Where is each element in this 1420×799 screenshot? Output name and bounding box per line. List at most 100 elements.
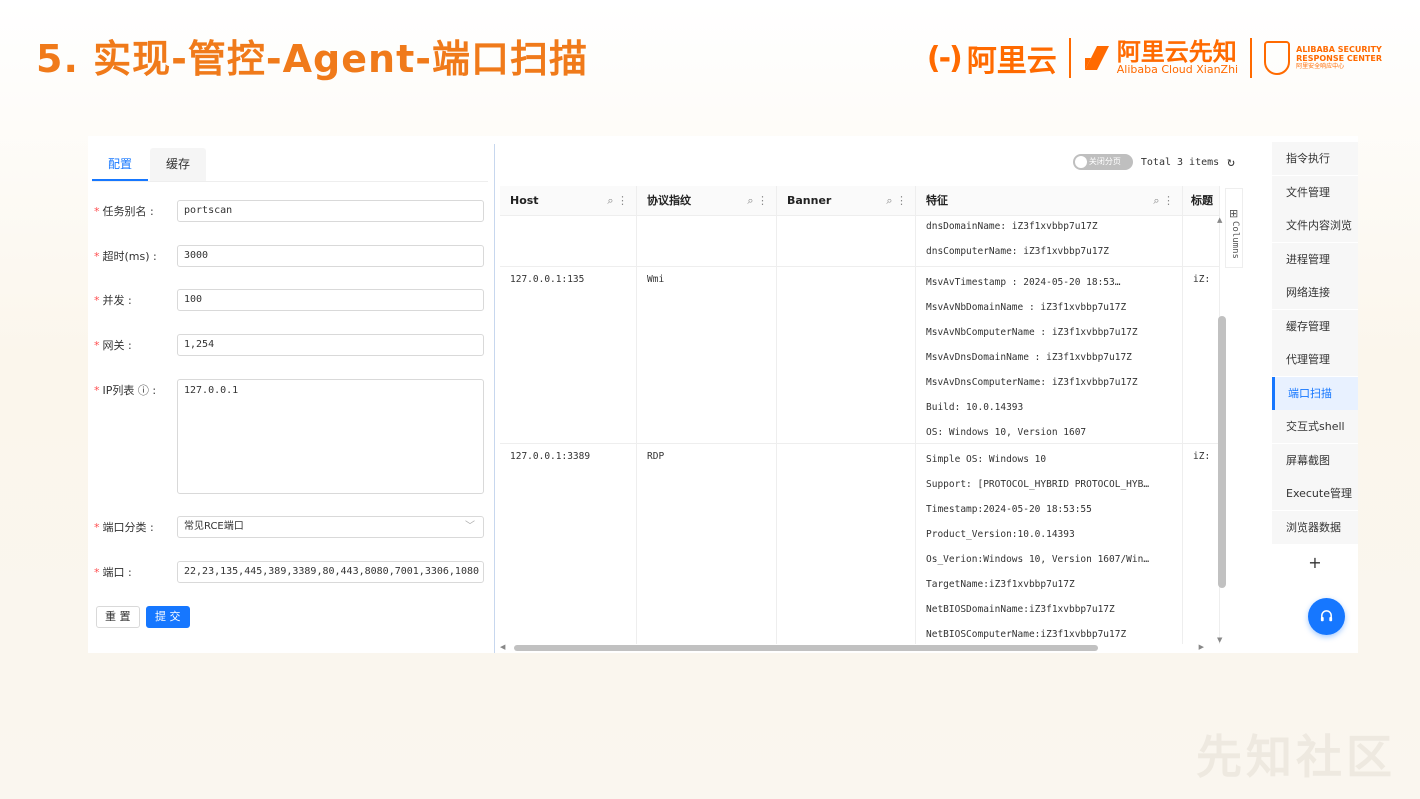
feature-line: NetBIOSDomainName:iZ3f1xvbbp7u17Z [926, 604, 1115, 615]
menu-item-shell[interactable]: 交互式shell [1272, 410, 1358, 443]
aliyun-wordmark: 阿里云 [966, 44, 1057, 79]
ports-input[interactable]: 22,23,135,445,389,3389,80,443,8080,7001,… [177, 561, 484, 583]
column-header-protocol[interactable]: 协议指纹 ⌕ ⋮ [637, 186, 777, 216]
columns-panel-toggle[interactable]: ⊞ Columns [1225, 188, 1243, 268]
feature-line: MsvAvNbDomainName : iZ3f1xvbbp7u17Z [926, 302, 1127, 313]
headset-icon[interactable] [1308, 598, 1345, 635]
vertical-scrollbar[interactable]: ▲ ▼ [1216, 216, 1226, 644]
asrc-en-1: ALIBABA SECURITY [1296, 45, 1382, 54]
menu-item-network[interactable]: 网络连接 [1272, 276, 1358, 309]
column-header-title[interactable]: 标题 [1183, 186, 1220, 216]
feature-line: MsvAvDnsComputerName: iZ3f1xvbbp7u17Z [926, 377, 1138, 388]
menu-item-process[interactable]: 进程管理 [1272, 243, 1358, 276]
cell-features: Simple OS: Windows 10 Support: [PROTOCOL… [916, 444, 1183, 644]
table-toolbar: 关闭分页 Total 3 items ↻ [1072, 152, 1235, 172]
menu-item-port-scan[interactable]: 端口扫描 [1272, 377, 1358, 410]
field-label: * 并发 : [94, 294, 132, 307]
search-icon[interactable]: ⌕ ⋮ [1153, 186, 1174, 216]
form-row-alias: * 任务别名 : portscan [94, 200, 488, 224]
cell-host: 127.0.0.1:3389 [500, 444, 637, 644]
scroll-up-icon[interactable]: ▲ [1217, 216, 1222, 224]
headset-icon [1320, 610, 1333, 622]
scroll-down-icon[interactable]: ▼ [1217, 636, 1222, 644]
table-row[interactable]: 127.0.0.1:3389 RDP Simple OS: Windows 10… [500, 444, 1220, 644]
feature-line: Build: 10.0.14393 [926, 402, 1024, 413]
cell-title [1183, 216, 1220, 266]
form-row-port-category: * 端口分类 : 常见RCE端口 ﹀ [94, 516, 488, 540]
search-icon[interactable]: ⌕ ⋮ [886, 186, 907, 216]
submit-button[interactable]: 提 交 [146, 606, 190, 628]
feature-line: MsvAvTimestamp : 2024-05-20 18:53… [926, 277, 1121, 288]
cell-banner [777, 267, 916, 443]
cell-features: dnsDomainName: iZ3f1xvbbp7u17Z dnsComput… [916, 216, 1183, 266]
pagination-toggle[interactable]: 关闭分页 [1072, 154, 1133, 170]
menu-item-file-content[interactable]: 文件内容浏览 [1272, 209, 1358, 242]
scroll-thumb[interactable] [1218, 316, 1226, 588]
form-row-concurrency: * 并发 : 100 [94, 289, 488, 313]
form-row-ports: * 端口 : 22,23,135,445,389,3389,80,443,8080… [94, 561, 488, 585]
columns-label: Columns [1230, 221, 1240, 259]
column-header-features[interactable]: 特征 ⌕ ⋮ [916, 186, 1183, 216]
feature-line: Product_Version:10.0.14393 [926, 529, 1075, 540]
feature-line: dnsComputerName: iZ3f1xvbbp7u17Z [926, 246, 1110, 257]
xianzhi-mark-icon [1084, 46, 1109, 70]
field-label: * IP列表 ⓘ : [94, 384, 157, 397]
feature-line: Os_Verion:Windows 10, Version 1607/Win… [926, 554, 1150, 565]
pagination-toggle-label: 关闭分页 [1088, 157, 1121, 166]
menu-item-browser-data[interactable]: 浏览器数据 [1272, 511, 1358, 544]
scroll-thumb[interactable] [514, 645, 1098, 651]
menu-item-cache[interactable]: 缓存管理 [1272, 310, 1358, 343]
cell-title: iZ: [1183, 444, 1220, 644]
columns-icon: ⊞ [1229, 207, 1239, 220]
feature-line: Simple OS: Windows 10 [926, 454, 1047, 465]
gateway-input[interactable]: 1,254 [177, 334, 484, 356]
scroll-right-icon[interactable]: ▶ [1199, 643, 1204, 651]
add-menu-button[interactable]: + [1272, 546, 1358, 579]
panel-splitter[interactable] [494, 144, 495, 653]
ip-list-textarea[interactable]: 127.0.0.1 [177, 379, 484, 494]
field-label: * 任务别名 : [94, 205, 154, 218]
menu-item-command[interactable]: 指令执行 [1272, 142, 1358, 175]
asrc-en-2: RESPONSE CENTER [1296, 54, 1382, 63]
tab-cache[interactable]: 缓存 [150, 148, 207, 181]
menu-item-screenshot[interactable]: 屏幕截图 [1272, 444, 1358, 477]
horizontal-scrollbar[interactable]: ◀ ▶ [500, 643, 1216, 653]
cell-banner [777, 444, 916, 644]
panel-tabs: 配置 缓存 [92, 148, 488, 182]
reset-button[interactable]: 重 置 [96, 606, 140, 628]
search-icon[interactable]: ⌕ ⋮ [747, 186, 768, 216]
feature-line: TargetName:iZ3f1xvbbp7u17Z [926, 579, 1075, 590]
cell-host [500, 216, 637, 266]
table-row[interactable]: 127.0.0.1:135 Wmi MsvAvTimestamp : 2024-… [500, 267, 1220, 444]
cell-title: iZ: [1183, 267, 1220, 443]
alias-input[interactable]: portscan [177, 200, 484, 222]
xianzhi-en: Alibaba Cloud XianZhi [1116, 63, 1239, 76]
xianzhi-logo: 阿里云先知 Alibaba Cloud XianZhi [1083, 40, 1238, 76]
slide-title: 5. 实现-管控-Agent-端口扫描 [36, 37, 589, 81]
app-window: 配置 缓存 * 任务别名 : portscan * 超时(ms) : 3000 * 并… [88, 136, 1358, 653]
select-value: 常见RCE端口 [184, 521, 244, 532]
table-row[interactable]: dnsDomainName: iZ3f1xvbbp7u17Z dnsComput… [500, 216, 1220, 267]
function-menu: 指令执行 文件管理 文件内容浏览 进程管理 网络连接 缓存管理 代理管理 端口扫… [1271, 136, 1358, 653]
field-label: * 网关 : [94, 339, 132, 352]
form-row-gateway: * 网关 : 1,254 [94, 334, 488, 358]
column-header-banner[interactable]: Banner ⌕ ⋮ [777, 186, 916, 216]
cell-protocol [637, 216, 777, 266]
asrc-logo: ALIBABA SECURITY RESPONSE CENTER 阿里安全响应中… [1264, 41, 1382, 75]
timeout-input[interactable]: 3000 [177, 245, 484, 267]
menu-item-proxy[interactable]: 代理管理 [1272, 343, 1358, 376]
cell-host: 127.0.0.1:135 [500, 267, 637, 443]
menu-item-execute[interactable]: Execute管理 [1272, 477, 1358, 510]
port-category-select[interactable]: 常见RCE端口 ﹀ [177, 516, 484, 538]
search-icon[interactable]: ⌕ ⋮ [607, 186, 628, 216]
cell-protocol: Wmi [637, 267, 777, 443]
tab-config[interactable]: 配置 [92, 148, 149, 181]
logo-divider [1068, 38, 1071, 78]
refresh-icon[interactable]: ↻ [1227, 155, 1235, 170]
scroll-left-icon[interactable]: ◀ [500, 643, 505, 651]
column-header-host[interactable]: Host ⌕ ⋮ [500, 186, 637, 216]
concurrency-input[interactable]: 100 [177, 289, 484, 311]
field-label: * 端口分类 : [94, 521, 154, 534]
xianzhi-cn: 阿里云先知 [1116, 38, 1237, 66]
menu-item-file-manager[interactable]: 文件管理 [1272, 176, 1358, 209]
